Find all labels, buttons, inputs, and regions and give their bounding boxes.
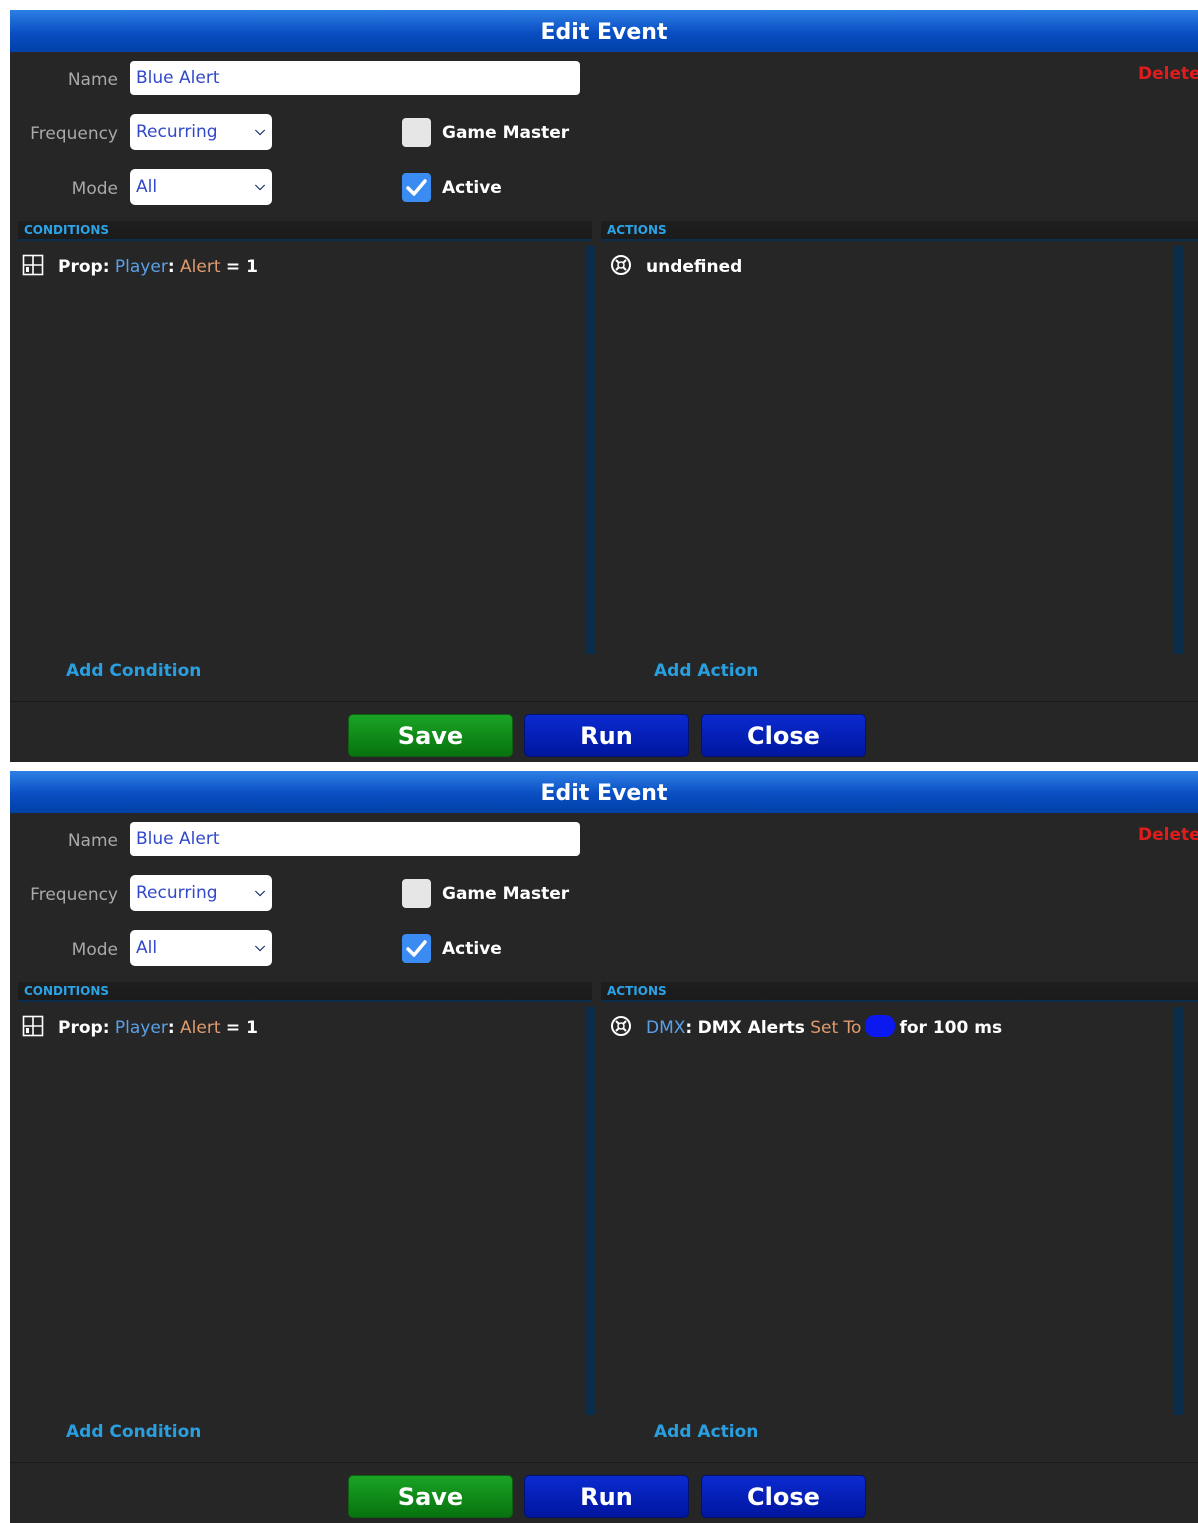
active-checkbox[interactable] [402,934,431,963]
mode-value: All [136,938,158,958]
condition-expr: = 1 [225,257,258,277]
game-master-label: Game Master [442,123,570,143]
conditions-list: Prop: Player: Alert = 1 [14,1005,582,1415]
action-verb: Set To [810,1018,862,1038]
frequency-label: Frequency [30,124,118,144]
chevron-down-icon: ⌵ [255,885,265,900]
color-swatch[interactable] [865,1015,896,1037]
name-label: Name [67,831,118,851]
checkmark-icon [406,940,427,957]
edit-event-dialog: Edit Event Name Blue Alert Delete Freque… [10,10,1198,762]
mode-select[interactable]: All ⌵ [130,169,272,205]
add-action-link[interactable]: Add Action [654,1422,758,1442]
condition-target: Player [114,257,168,277]
active-label: Active [442,939,502,959]
checkmark-icon [406,179,427,196]
conditions-header: CONDITIONS [18,982,592,1002]
conditions-list: Prop: Player: Alert = 1 [14,244,582,654]
add-action-link[interactable]: Add Action [654,661,758,681]
frequency-select[interactable]: Recurring ⌵ [130,114,272,150]
edit-event-dialog: Edit Event Name Blue Alert Delete Freque… [10,771,1198,1523]
frequency-label: Frequency [30,885,118,905]
action-item[interactable]: undefined [610,254,742,281]
mode-label: Mode [71,940,118,960]
actions-list: undefined [598,244,1170,654]
game-master-checkbox[interactable] [402,879,431,908]
condition-target: Player [114,1018,168,1038]
active-label: Active [442,178,502,198]
footer-divider [10,701,1198,702]
dmx-icon [610,254,632,281]
name-input[interactable]: Blue Alert [130,822,580,856]
frequency-value: Recurring [136,122,218,142]
action-duration: for 100 ms [899,1018,1003,1038]
condition-item[interactable]: Prop: Player: Alert = 1 [22,1015,258,1042]
run-button[interactable]: Run [524,1475,689,1518]
mode-value: All [136,177,158,197]
add-condition-link[interactable]: Add Condition [66,661,201,681]
close-button[interactable]: Close [701,714,866,757]
condition-prop: Alert [180,1018,221,1038]
delete-link[interactable]: Delete [1138,825,1198,845]
actions-header: ACTIONS [601,982,1198,1002]
mode-select[interactable]: All ⌵ [130,930,272,966]
chevron-down-icon: ⌵ [255,940,265,955]
action-sep: : [685,1018,693,1038]
footer-divider [10,1462,1198,1463]
action-item[interactable]: DMX: DMX Alerts Set To for 100 ms [610,1015,1002,1042]
add-condition-link[interactable]: Add Condition [66,1422,201,1442]
actions-scrollbar[interactable] [1173,246,1183,654]
actions-header: ACTIONS [601,221,1198,241]
condition-sep: : [167,1018,175,1038]
frequency-value: Recurring [136,883,218,903]
dmx-icon [610,1015,632,1042]
action-device: DMX Alerts [697,1018,805,1038]
dialog-title: Edit Event [10,10,1198,52]
prop-grid-icon [22,254,44,281]
close-button[interactable]: Close [701,1475,866,1518]
run-button[interactable]: Run [524,714,689,757]
condition-expr: = 1 [225,1018,258,1038]
chevron-down-icon: ⌵ [255,179,265,194]
chevron-down-icon: ⌵ [255,124,265,139]
save-button[interactable]: Save [348,714,513,757]
condition-prefix: Prop: [58,257,110,277]
condition-sep: : [167,257,175,277]
actions-list: DMX: DMX Alerts Set To for 100 ms [598,1005,1170,1415]
frequency-select[interactable]: Recurring ⌵ [130,875,272,911]
name-input[interactable]: Blue Alert [130,61,580,95]
dialog-title: Edit Event [10,771,1198,813]
active-checkbox[interactable] [402,173,431,202]
conditions-header: CONDITIONS [18,221,592,241]
condition-prop: Alert [180,257,221,277]
delete-link[interactable]: Delete [1138,64,1198,84]
action-type: DMX [646,1018,686,1038]
prop-grid-icon [22,1015,44,1042]
actions-scrollbar[interactable] [1173,1007,1183,1415]
conditions-scrollbar[interactable] [585,246,595,654]
save-button[interactable]: Save [348,1475,513,1518]
action-text: undefined [646,257,743,277]
condition-prefix: Prop: [58,1018,110,1038]
game-master-checkbox[interactable] [402,118,431,147]
name-label: Name [67,70,118,90]
condition-item[interactable]: Prop: Player: Alert = 1 [22,254,258,281]
conditions-scrollbar[interactable] [585,1007,595,1415]
mode-label: Mode [71,179,118,199]
game-master-label: Game Master [442,884,570,904]
